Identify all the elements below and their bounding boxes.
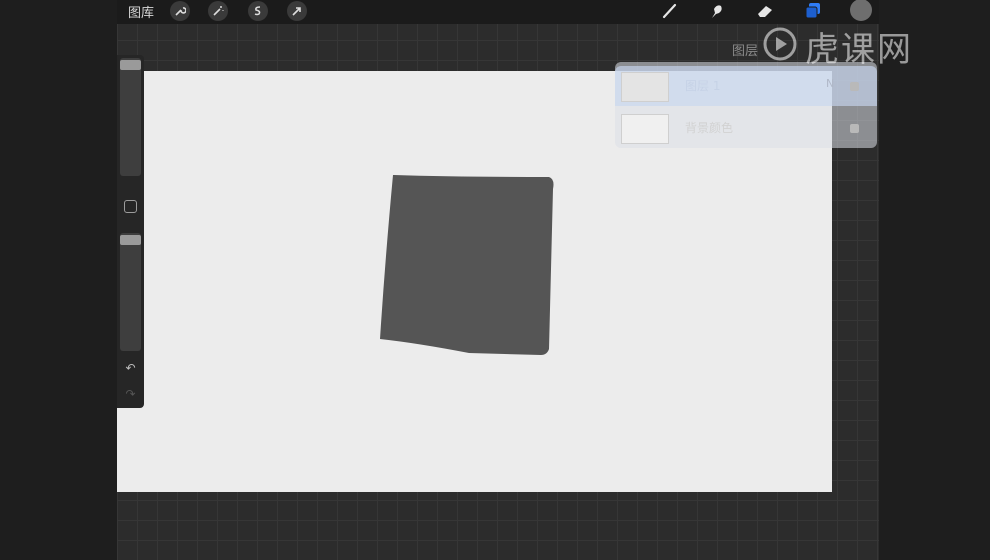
color-swatch[interactable] [850, 0, 872, 21]
smudge-icon[interactable] [707, 1, 727, 21]
layer-thumbnail [621, 114, 669, 144]
layer-name: 背景颜色 [685, 121, 734, 135]
brush-size-thumb[interactable] [120, 60, 141, 70]
selection-icon[interactable] [248, 1, 268, 21]
left-gutter [0, 0, 117, 560]
layer-visibility-checkbox[interactable] [850, 82, 859, 91]
brush-sidebar: ↶ ↷ [117, 55, 144, 408]
watermark-logo-icon [763, 27, 797, 61]
eraser-icon[interactable] [755, 1, 775, 21]
layer-thumbnail [621, 72, 669, 102]
layer-visibility-checkbox[interactable] [850, 124, 859, 133]
transform-arrow-icon[interactable] [287, 1, 307, 21]
wrench-icon[interactable] [170, 1, 190, 21]
gallery-button[interactable]: 图库 [128, 2, 154, 21]
layers-panel: 图层 1 N 背景颜色 [615, 62, 877, 148]
opacity-thumb[interactable] [120, 235, 141, 245]
layers-panel-title: 图层 [732, 44, 759, 59]
layer-blend-mode[interactable]: N [826, 77, 834, 90]
layer-row[interactable]: 图层 1 N [615, 66, 877, 106]
brush-icon[interactable] [660, 1, 680, 21]
modify-button[interactable] [124, 200, 137, 213]
watermark-text: 虎课网 [805, 30, 913, 70]
undo-icon[interactable]: ↶ [122, 361, 139, 375]
right-gutter [879, 0, 990, 560]
redo-icon[interactable]: ↷ [122, 387, 139, 401]
layer-row[interactable]: 背景颜色 [615, 108, 877, 148]
layer-name: 图层 1 [685, 79, 721, 93]
brush-size-slider[interactable] [120, 58, 141, 176]
magic-wand-icon[interactable] [208, 1, 228, 21]
layers-icon[interactable] [803, 1, 823, 21]
opacity-slider[interactable] [120, 233, 141, 351]
